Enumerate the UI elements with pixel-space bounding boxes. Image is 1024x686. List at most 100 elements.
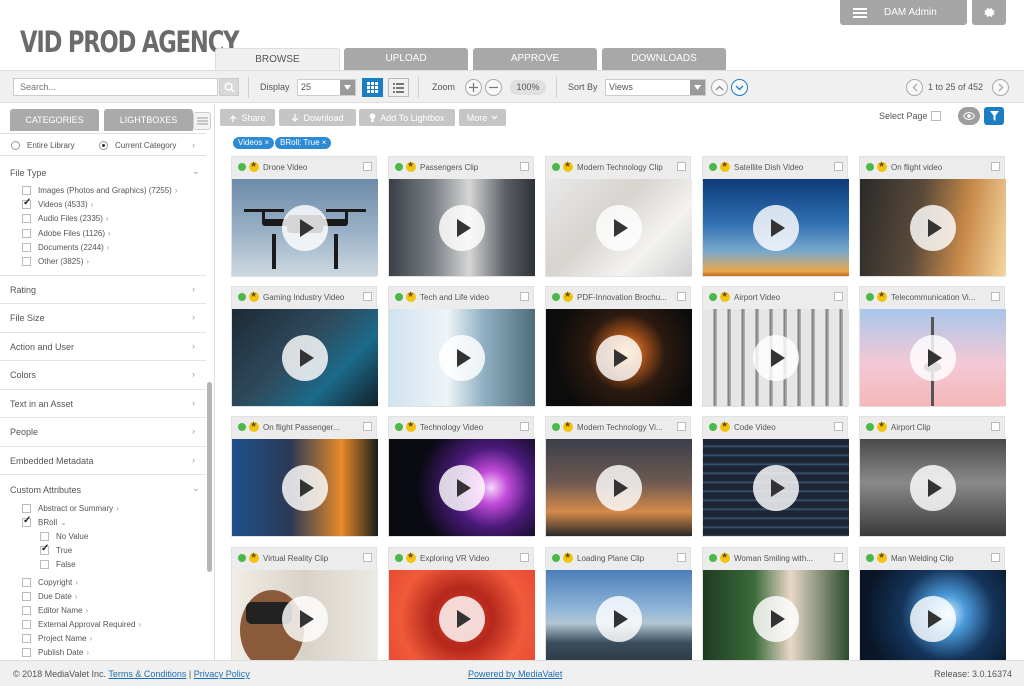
file-type-option[interactable]: Documents (2244) › — [38, 243, 109, 252]
asset-select-checkbox[interactable] — [677, 422, 686, 431]
section-text-in-asset[interactable]: Text in an Asset — [10, 399, 73, 409]
asset-card[interactable]: Code Video — [702, 416, 849, 537]
custom-attribute-checkbox[interactable] — [22, 634, 31, 643]
play-icon[interactable] — [596, 205, 642, 251]
play-icon[interactable] — [439, 335, 485, 381]
asset-thumbnail[interactable] — [546, 439, 692, 536]
play-icon[interactable] — [753, 465, 799, 511]
tab-browse[interactable]: BROWSE — [215, 48, 340, 70]
asset-select-checkbox[interactable] — [677, 553, 686, 562]
asset-select-checkbox[interactable] — [520, 422, 529, 431]
play-icon[interactable] — [282, 335, 328, 381]
play-icon[interactable] — [596, 335, 642, 381]
section-colors[interactable]: Colors — [10, 370, 36, 380]
custom-attribute-option[interactable]: Copyright › — [38, 578, 78, 587]
asset-select-checkbox[interactable] — [991, 422, 1000, 431]
play-icon[interactable] — [439, 465, 485, 511]
play-icon[interactable] — [753, 205, 799, 251]
section-action-and-user[interactable]: Action and User — [10, 342, 74, 352]
play-icon[interactable] — [910, 335, 956, 381]
custom-attributes-heading[interactable]: Custom Attributes — [10, 485, 81, 495]
broll-value-option[interactable]: False — [56, 560, 76, 569]
broll-value-option[interactable]: True — [56, 546, 72, 555]
play-icon[interactable] — [282, 465, 328, 511]
custom-attribute-checkbox[interactable] — [22, 504, 31, 513]
play-icon[interactable] — [753, 596, 799, 642]
play-icon[interactable] — [282, 596, 328, 642]
asset-card[interactable]: Exploring VR Video — [388, 547, 535, 668]
custom-attribute-option[interactable]: Abstract or Summary › — [38, 504, 119, 513]
play-icon[interactable] — [596, 596, 642, 642]
asset-thumbnail[interactable] — [232, 570, 378, 667]
play-icon[interactable] — [753, 335, 799, 381]
asset-thumbnail[interactable] — [860, 179, 1006, 276]
custom-attribute-checkbox[interactable] — [22, 620, 31, 629]
more-button[interactable]: More — [459, 109, 506, 126]
asset-card[interactable]: Man Welding Clip — [859, 547, 1006, 668]
scope-entire-library-radio[interactable] — [11, 141, 20, 150]
asset-thumbnail[interactable] — [546, 179, 692, 276]
select-page-checkbox[interactable] — [931, 111, 941, 121]
file-type-option[interactable]: Videos (4533) › — [38, 200, 93, 209]
asset-thumbnail[interactable] — [389, 179, 535, 276]
asset-card[interactable]: Virtual Reality Clip — [231, 547, 378, 668]
asset-card[interactable]: Modern Technology Clip — [545, 156, 692, 277]
custom-attribute-checkbox[interactable] — [22, 648, 31, 657]
custom-attribute-option[interactable]: Publish Date › — [38, 648, 89, 657]
asset-select-checkbox[interactable] — [991, 292, 1000, 301]
asset-thumbnail[interactable] — [703, 439, 849, 536]
broll-value-checkbox[interactable] — [40, 560, 49, 569]
broll-value-option[interactable]: No Value — [56, 532, 88, 541]
asset-select-checkbox[interactable] — [363, 162, 372, 171]
terms-link[interactable]: Terms & Conditions — [108, 669, 186, 679]
play-icon[interactable] — [910, 205, 956, 251]
sidebar-scrollbar[interactable] — [207, 382, 212, 572]
file-type-checkbox[interactable] — [22, 229, 31, 238]
custom-attribute-option[interactable]: Editor Name › — [38, 606, 88, 615]
asset-select-checkbox[interactable] — [363, 292, 372, 301]
asset-thumbnail[interactable] — [703, 309, 849, 406]
tab-downloads[interactable]: DOWNLOADS — [602, 48, 726, 70]
asset-card[interactable]: Telecommunication Vi... — [859, 286, 1006, 407]
sidebar-filter-toggle[interactable] — [193, 112, 211, 130]
tab-categories[interactable]: CATEGORIES — [10, 109, 99, 131]
asset-select-checkbox[interactable] — [834, 422, 843, 431]
play-icon[interactable] — [439, 596, 485, 642]
asset-card[interactable]: Satellite Dish Video — [702, 156, 849, 277]
asset-card[interactable]: On flight Passenger... — [231, 416, 378, 537]
asset-thumbnail[interactable] — [860, 439, 1006, 536]
file-type-heading[interactable]: File Type — [10, 168, 46, 178]
file-type-option[interactable]: Other (3825) › — [38, 257, 89, 266]
search-button[interactable] — [219, 78, 239, 96]
filter-chip[interactable]: Videos × — [233, 137, 275, 149]
play-icon[interactable] — [910, 465, 956, 511]
sort-select[interactable]: Views — [605, 79, 706, 96]
custom-attribute-option[interactable]: Due Date › — [38, 592, 77, 601]
sort-descending-button[interactable] — [731, 79, 748, 96]
grid-view-button[interactable] — [362, 78, 383, 97]
list-view-button[interactable] — [388, 78, 409, 97]
settings-button[interactable] — [972, 0, 1006, 25]
asset-select-checkbox[interactable] — [991, 553, 1000, 562]
asset-card[interactable]: Loading Plane Clip — [545, 547, 692, 668]
asset-card[interactable]: On flight video — [859, 156, 1006, 277]
asset-thumbnail[interactable] — [546, 570, 692, 667]
asset-select-checkbox[interactable] — [520, 162, 529, 171]
file-type-checkbox[interactable] — [22, 257, 31, 266]
section-people[interactable]: People — [10, 427, 38, 437]
broll-option[interactable]: BRoll ⌄ — [38, 518, 67, 527]
file-type-checkbox[interactable] — [22, 197, 31, 209]
file-type-option[interactable]: Adobe Files (1126) › — [38, 229, 111, 238]
tab-lightboxes[interactable]: LIGHTBOXES — [104, 109, 193, 131]
asset-select-checkbox[interactable] — [834, 553, 843, 562]
asset-card[interactable]: Tech and Life video — [388, 286, 535, 407]
asset-select-checkbox[interactable] — [991, 162, 1000, 171]
file-type-checkbox[interactable] — [22, 186, 31, 195]
file-type-option[interactable]: Images (Photos and Graphics) (7255) › — [38, 186, 178, 195]
play-icon[interactable] — [910, 596, 956, 642]
share-button[interactable]: Share — [220, 109, 275, 126]
asset-select-checkbox[interactable] — [677, 292, 686, 301]
asset-card[interactable]: Airport Clip — [859, 416, 1006, 537]
powered-by-link[interactable]: Powered by MediaValet — [468, 669, 562, 679]
asset-thumbnail[interactable] — [389, 439, 535, 536]
